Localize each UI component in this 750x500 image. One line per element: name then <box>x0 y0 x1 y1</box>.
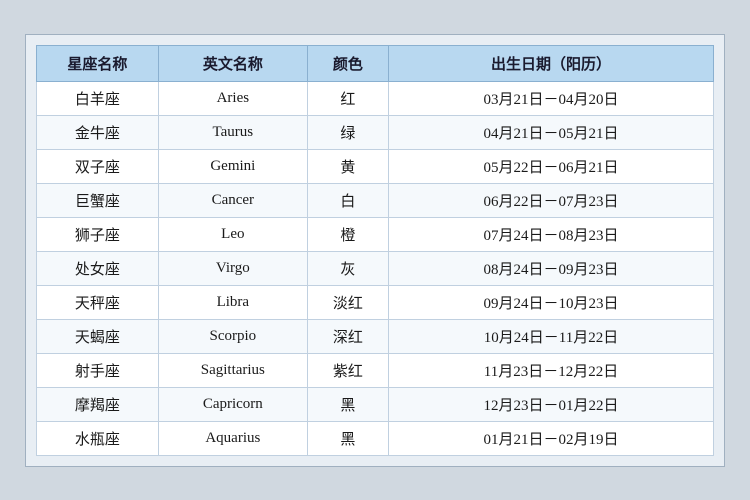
table-row: 双子座Gemini黄05月22日－06月21日 <box>37 149 714 183</box>
cell-date: 04月21日－05月21日 <box>389 115 714 149</box>
cell-zh-name: 巨蟹座 <box>37 183 159 217</box>
cell-en-name: Scorpio <box>158 319 307 353</box>
cell-color: 绿 <box>307 115 388 149</box>
table-row: 射手座Sagittarius紫红11月23日－12月22日 <box>37 353 714 387</box>
cell-color: 白 <box>307 183 388 217</box>
cell-color: 红 <box>307 81 388 115</box>
cell-en-name: Capricorn <box>158 387 307 421</box>
cell-zh-name: 天蝎座 <box>37 319 159 353</box>
cell-date: 07月24日－08月23日 <box>389 217 714 251</box>
table-row: 狮子座Leo橙07月24日－08月23日 <box>37 217 714 251</box>
cell-color: 橙 <box>307 217 388 251</box>
cell-zh-name: 水瓶座 <box>37 421 159 455</box>
cell-zh-name: 摩羯座 <box>37 387 159 421</box>
header-date: 出生日期（阳历） <box>389 45 714 81</box>
table-row: 摩羯座Capricorn黑12月23日－01月22日 <box>37 387 714 421</box>
cell-color: 黄 <box>307 149 388 183</box>
cell-color: 黑 <box>307 387 388 421</box>
cell-en-name: Cancer <box>158 183 307 217</box>
cell-zh-name: 处女座 <box>37 251 159 285</box>
table-header-row: 星座名称 英文名称 颜色 出生日期（阳历） <box>37 45 714 81</box>
cell-zh-name: 双子座 <box>37 149 159 183</box>
cell-en-name: Aries <box>158 81 307 115</box>
cell-color: 淡红 <box>307 285 388 319</box>
cell-en-name: Sagittarius <box>158 353 307 387</box>
cell-date: 11月23日－12月22日 <box>389 353 714 387</box>
table-row: 处女座Virgo灰08月24日－09月23日 <box>37 251 714 285</box>
cell-en-name: Gemini <box>158 149 307 183</box>
cell-zh-name: 金牛座 <box>37 115 159 149</box>
cell-zh-name: 狮子座 <box>37 217 159 251</box>
cell-date: 01月21日－02月19日 <box>389 421 714 455</box>
table-body: 白羊座Aries红03月21日－04月20日金牛座Taurus绿04月21日－0… <box>37 81 714 455</box>
cell-date: 05月22日－06月21日 <box>389 149 714 183</box>
cell-color: 深红 <box>307 319 388 353</box>
cell-color: 灰 <box>307 251 388 285</box>
cell-zh-name: 天秤座 <box>37 285 159 319</box>
cell-zh-name: 射手座 <box>37 353 159 387</box>
cell-date: 09月24日－10月23日 <box>389 285 714 319</box>
header-en-name: 英文名称 <box>158 45 307 81</box>
cell-date: 03月21日－04月20日 <box>389 81 714 115</box>
header-color: 颜色 <box>307 45 388 81</box>
cell-en-name: Taurus <box>158 115 307 149</box>
cell-color: 紫红 <box>307 353 388 387</box>
cell-en-name: Aquarius <box>158 421 307 455</box>
table-row: 天蝎座Scorpio深红10月24日－11月22日 <box>37 319 714 353</box>
table-row: 巨蟹座Cancer白06月22日－07月23日 <box>37 183 714 217</box>
table-row: 金牛座Taurus绿04月21日－05月21日 <box>37 115 714 149</box>
cell-en-name: Libra <box>158 285 307 319</box>
cell-date: 10月24日－11月22日 <box>389 319 714 353</box>
header-zh-name: 星座名称 <box>37 45 159 81</box>
cell-en-name: Virgo <box>158 251 307 285</box>
table-row: 天秤座Libra淡红09月24日－10月23日 <box>37 285 714 319</box>
cell-date: 06月22日－07月23日 <box>389 183 714 217</box>
cell-date: 12月23日－01月22日 <box>389 387 714 421</box>
table-row: 水瓶座Aquarius黑01月21日－02月19日 <box>37 421 714 455</box>
cell-en-name: Leo <box>158 217 307 251</box>
main-container: 星座名称 英文名称 颜色 出生日期（阳历） 白羊座Aries红03月21日－04… <box>25 34 725 467</box>
table-row: 白羊座Aries红03月21日－04月20日 <box>37 81 714 115</box>
cell-date: 08月24日－09月23日 <box>389 251 714 285</box>
cell-color: 黑 <box>307 421 388 455</box>
zodiac-table: 星座名称 英文名称 颜色 出生日期（阳历） 白羊座Aries红03月21日－04… <box>36 45 714 456</box>
cell-zh-name: 白羊座 <box>37 81 159 115</box>
